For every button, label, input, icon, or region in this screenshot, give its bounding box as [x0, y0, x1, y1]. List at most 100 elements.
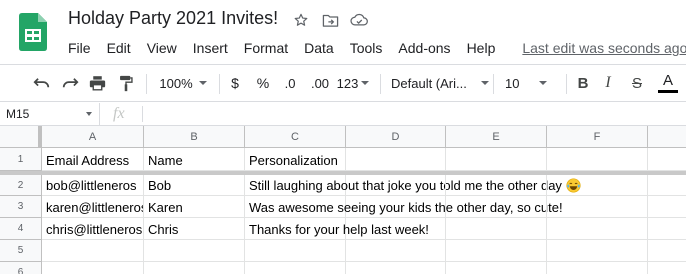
cell-f1[interactable] — [547, 148, 648, 171]
cell-e6[interactable] — [446, 262, 547, 274]
row-header-5[interactable]: 5 — [0, 240, 42, 262]
increase-decimals-button[interactable]: .00 — [308, 65, 332, 101]
decrease-decimals-button[interactable]: .0 — [280, 65, 300, 101]
row-header-6[interactable]: 6 — [0, 262, 42, 274]
text-color-button[interactable]: A — [657, 65, 679, 101]
column-header-e[interactable]: E — [446, 126, 547, 148]
sheet-grid: A B C D E F 1 2 3 4 5 6 Email Address Na… — [0, 126, 686, 274]
undo-icon[interactable] — [30, 65, 52, 101]
cell-g4[interactable] — [648, 218, 686, 240]
row-header-4[interactable]: 4 — [0, 218, 42, 240]
cell-g1[interactable] — [648, 148, 686, 171]
column-header-a[interactable]: A — [42, 126, 144, 148]
cell-e4[interactable] — [446, 218, 547, 240]
menu-format[interactable]: Format — [236, 37, 296, 59]
percent-button[interactable]: % — [254, 65, 272, 101]
menu-edit[interactable]: Edit — [99, 37, 139, 59]
row-header-2[interactable]: 2 — [0, 175, 42, 196]
menu-file[interactable]: File — [60, 37, 99, 59]
redo-icon[interactable] — [59, 65, 81, 101]
cell-e5[interactable] — [446, 240, 547, 262]
chevron-down-icon — [361, 81, 370, 85]
cell-d5[interactable] — [346, 240, 446, 262]
cell-e3[interactable] — [446, 196, 547, 218]
cell-b4[interactable]: Chris — [144, 218, 245, 240]
cell-a5[interactable] — [42, 240, 144, 262]
menu-data[interactable]: Data — [296, 37, 342, 59]
row-header-3[interactable]: 3 — [0, 196, 42, 218]
cell-a2[interactable]: bob@littleneros — [42, 175, 144, 196]
last-edit-link[interactable]: Last edit was seconds ago — [503, 40, 686, 56]
formula-bar: M15 fx — [0, 103, 686, 126]
column-header-d[interactable]: D — [346, 126, 446, 148]
cell-b2[interactable]: Bob — [144, 175, 245, 196]
paint-format-icon[interactable] — [115, 65, 137, 101]
more-formats-select[interactable]: 123 — [337, 65, 370, 101]
menu-bar: File Edit View Insert Format Data Tools … — [60, 37, 686, 59]
cell-a4[interactable]: chris@littleneros — [42, 218, 144, 240]
select-all-corner[interactable] — [0, 126, 42, 148]
cell-b6[interactable] — [144, 262, 245, 274]
cell-d6[interactable] — [346, 262, 446, 274]
cell-c3[interactable]: Was awesome seeing your kids the other d… — [245, 196, 563, 218]
cell-c2[interactable]: Still laughing about that joke you told … — [245, 175, 581, 196]
zoom-value: 100% — [159, 75, 193, 91]
star-icon[interactable] — [292, 11, 310, 29]
document-title[interactable]: Holday Party 2021 Invites! — [68, 8, 278, 29]
text-color-swatch — [658, 90, 678, 93]
strikethrough-button[interactable]: S — [629, 65, 645, 101]
column-header-g[interactable] — [648, 126, 686, 148]
zoom-select[interactable]: 100% — [155, 65, 211, 101]
cell-d4[interactable] — [346, 218, 446, 240]
toolbar: 100% $ % .0 .00 123 Default (Ari... 10 B… — [0, 64, 686, 102]
cell-f5[interactable] — [547, 240, 648, 262]
column-header-c[interactable]: C — [245, 126, 346, 148]
cell-b3[interactable]: Karen — [144, 196, 245, 218]
cell-f2[interactable] — [547, 175, 648, 196]
cell-f3[interactable] — [547, 196, 648, 218]
row-header-1[interactable]: 1 — [0, 148, 42, 171]
italic-button[interactable]: I — [601, 65, 615, 101]
cell-f4[interactable] — [547, 218, 648, 240]
column-header-f[interactable]: F — [547, 126, 648, 148]
cell-g6[interactable] — [648, 262, 686, 274]
cell-g2[interactable] — [648, 175, 686, 196]
font-size-select[interactable]: 10 — [505, 65, 555, 101]
chevron-down-icon — [198, 81, 207, 85]
fx-icon: fx — [113, 105, 125, 122]
font-family-select[interactable]: Default (Ari... — [391, 65, 489, 101]
cell-g3[interactable] — [648, 196, 686, 218]
cell-a1[interactable]: Email Address — [42, 148, 144, 171]
cell-a3[interactable]: karen@littleneros — [42, 196, 144, 218]
menu-insert[interactable]: Insert — [185, 37, 236, 59]
cell-b5[interactable] — [144, 240, 245, 262]
chevron-down-icon — [86, 112, 92, 116]
move-to-folder-icon[interactable] — [321, 11, 339, 29]
bold-button[interactable]: B — [575, 65, 591, 101]
currency-button[interactable]: $ — [227, 65, 243, 101]
menu-view[interactable]: View — [139, 37, 185, 59]
cell-c6[interactable] — [245, 262, 346, 274]
name-box[interactable]: M15 — [0, 103, 100, 125]
cell-e1[interactable] — [446, 148, 547, 171]
chevron-down-icon — [480, 81, 489, 85]
cell-f6[interactable] — [547, 262, 648, 274]
sheets-logo[interactable] — [19, 13, 47, 51]
cell-c1[interactable]: Personalization — [245, 148, 346, 171]
cell-c4[interactable]: Thanks for your help last week! — [245, 218, 429, 240]
cell-d2[interactable] — [346, 175, 446, 196]
cell-d3[interactable] — [346, 196, 446, 218]
menu-addons[interactable]: Add-ons — [390, 37, 458, 59]
menu-tools[interactable]: Tools — [342, 37, 391, 59]
cell-d1[interactable] — [346, 148, 446, 171]
cell-c5[interactable] — [245, 240, 346, 262]
formula-input[interactable] — [150, 103, 686, 125]
cell-b1[interactable]: Name — [144, 148, 245, 171]
cell-e2[interactable] — [446, 175, 547, 196]
cell-g5[interactable] — [648, 240, 686, 262]
cell-a6[interactable] — [42, 262, 144, 274]
column-header-b[interactable]: B — [144, 126, 245, 148]
menu-help[interactable]: Help — [459, 37, 504, 59]
print-icon[interactable] — [86, 65, 108, 101]
cloud-status-icon[interactable] — [350, 11, 368, 29]
